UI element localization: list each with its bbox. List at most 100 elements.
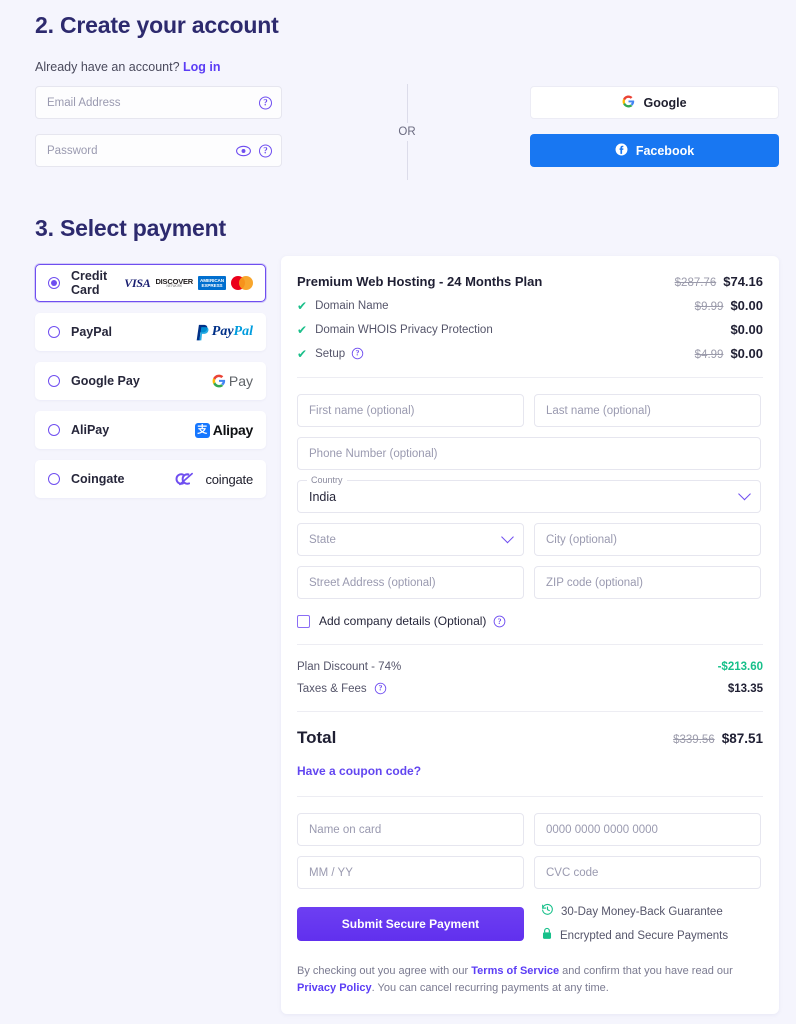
company-details-checkbox[interactable] bbox=[297, 615, 310, 628]
divider bbox=[297, 644, 763, 645]
divider-line-top bbox=[407, 84, 408, 123]
country-select[interactable]: Country India bbox=[297, 480, 761, 513]
social-login-buttons: Google Facebook bbox=[530, 86, 779, 167]
total-old-price: $339.56 bbox=[673, 734, 715, 746]
chevron-down-icon bbox=[738, 487, 751, 500]
expiry-input[interactable]: MM / YY bbox=[297, 856, 524, 889]
feature-row: ✔ Domain WHOIS Privacy Protection $0.00 bbox=[297, 322, 763, 337]
payment-method-coingate[interactable]: Coingate coingate bbox=[35, 460, 266, 498]
radio-alipay[interactable] bbox=[48, 424, 60, 436]
terms-of-service-link[interactable]: Terms of Service bbox=[471, 965, 559, 977]
taxes-label: Taxes & Fees bbox=[297, 683, 367, 695]
setup-help-icon[interactable]: ? bbox=[352, 348, 363, 359]
chevron-down-icon bbox=[501, 530, 514, 543]
country-value: India bbox=[309, 490, 336, 504]
password-field[interactable]: Password ? bbox=[35, 134, 282, 167]
google-pay-icon: Pay bbox=[212, 373, 253, 389]
legal-disclaimer: By checking out you agree with our Terms… bbox=[297, 963, 763, 997]
account-fields: Email Address ? Password ? bbox=[35, 86, 282, 182]
payment-method-paypal[interactable]: PayPal PayPal bbox=[35, 313, 266, 351]
total-row: Total $339.56 $87.51 bbox=[297, 728, 763, 748]
taxes-value: $13.35 bbox=[728, 683, 763, 695]
google-login-button[interactable]: Google bbox=[530, 86, 779, 119]
google-icon bbox=[622, 95, 635, 111]
company-help-icon[interactable]: ? bbox=[494, 615, 506, 627]
city-input[interactable]: City (optional) bbox=[534, 523, 761, 556]
email-help-icon[interactable]: ? bbox=[259, 96, 272, 109]
or-divider: OR bbox=[393, 84, 421, 180]
create-account-heading: 2. Create your account bbox=[35, 12, 279, 39]
eye-icon[interactable] bbox=[236, 145, 251, 156]
radio-google-pay[interactable] bbox=[48, 375, 60, 387]
coupon-code-link[interactable]: Have a coupon code? bbox=[297, 764, 421, 778]
google-button-label: Google bbox=[643, 96, 686, 110]
feature-label: Domain Name bbox=[315, 300, 389, 312]
total-label: Total bbox=[297, 728, 336, 748]
log-in-link[interactable]: Log in bbox=[183, 60, 221, 74]
privacy-policy-link[interactable]: Privacy Policy bbox=[297, 982, 372, 994]
payment-method-label: PayPal bbox=[71, 325, 112, 339]
taxes-help-icon[interactable]: ? bbox=[374, 683, 385, 694]
payment-method-credit-card[interactable]: Credit Card VISA DISCOVER NETWORK AMERIC… bbox=[35, 264, 266, 302]
payment-method-google-pay[interactable]: Google Pay Pay bbox=[35, 362, 266, 400]
first-name-input[interactable]: First name (optional) bbox=[297, 394, 524, 427]
submit-secure-payment-button[interactable]: Submit Secure Payment bbox=[297, 907, 524, 941]
payment-method-label: Google Pay bbox=[71, 374, 140, 388]
total-value: $87.51 bbox=[722, 731, 763, 746]
email-field[interactable]: Email Address ? bbox=[35, 86, 282, 119]
feature-old-price: $9.99 bbox=[695, 301, 724, 313]
feature-old-price: $4.99 bbox=[695, 349, 724, 361]
name-on-card-input[interactable]: Name on card bbox=[297, 813, 524, 846]
street-address-input[interactable]: Street Address (optional) bbox=[297, 566, 524, 599]
taxes-row: Taxes & Fees ? $13.35 bbox=[297, 682, 763, 695]
cvc-input[interactable]: CVC code bbox=[534, 856, 761, 889]
discount-value: -$213.60 bbox=[718, 661, 763, 673]
phone-input[interactable]: Phone Number (optional) bbox=[297, 437, 761, 470]
password-placeholder: Password bbox=[47, 145, 98, 157]
radio-coingate[interactable] bbox=[48, 473, 60, 485]
last-name-input[interactable]: Last name (optional) bbox=[534, 394, 761, 427]
legal-text-2: and confirm that you have read our bbox=[559, 965, 733, 977]
state-select[interactable]: State bbox=[297, 523, 524, 556]
payment-method-label: Credit Card bbox=[71, 269, 124, 297]
divider bbox=[297, 711, 763, 712]
feature-row: ✔ Domain Name $9.99 $0.00 bbox=[297, 298, 763, 313]
or-label: OR bbox=[398, 123, 415, 141]
submit-area: Submit Secure Payment 30-Day Money-Back … bbox=[297, 903, 763, 945]
billing-form: First name (optional) Last name (optiona… bbox=[297, 394, 763, 599]
divider bbox=[297, 377, 763, 378]
feature-price: $0.00 bbox=[730, 298, 763, 313]
facebook-login-button[interactable]: Facebook bbox=[530, 134, 779, 167]
lock-icon bbox=[541, 927, 553, 945]
divider bbox=[297, 796, 763, 797]
money-back-row: 30-Day Money-Back Guarantee bbox=[541, 903, 728, 921]
company-details-label: Add company details (Optional) bbox=[319, 614, 486, 628]
feature-row: ✔ Setup ? $4.99 $0.00 bbox=[297, 346, 763, 361]
card-brand-logos: VISA DISCOVER NETWORK AMERICAN EXPRESS bbox=[124, 276, 253, 291]
already-label: Already have an account? bbox=[35, 60, 180, 74]
assurances: 30-Day Money-Back Guarantee Encrypted an… bbox=[541, 903, 728, 945]
facebook-icon bbox=[615, 143, 628, 159]
paypal-icon: PayPal bbox=[194, 324, 253, 341]
already-have-account-text: Already have an account? Log in bbox=[35, 60, 221, 74]
zip-code-input[interactable]: ZIP code (optional) bbox=[534, 566, 761, 599]
facebook-button-label: Facebook bbox=[636, 144, 694, 158]
payment-method-alipay[interactable]: AliPay 支 Alipay bbox=[35, 411, 266, 449]
alipay-icon: 支 Alipay bbox=[195, 422, 253, 438]
visa-icon: VISA bbox=[124, 276, 150, 291]
card-form: Name on card 0000 0000 0000 0000 MM / YY… bbox=[297, 813, 763, 889]
country-label: Country bbox=[307, 475, 347, 485]
discover-icon: DISCOVER NETWORK bbox=[155, 278, 193, 289]
plan-row: Premium Web Hosting - 24 Months Plan $28… bbox=[297, 274, 763, 289]
feature-price: $0.00 bbox=[730, 346, 763, 361]
card-number-input[interactable]: 0000 0000 0000 0000 bbox=[534, 813, 761, 846]
money-back-label: 30-Day Money-Back Guarantee bbox=[561, 906, 723, 918]
radio-paypal[interactable] bbox=[48, 326, 60, 338]
payment-method-list: Credit Card VISA DISCOVER NETWORK AMERIC… bbox=[35, 264, 266, 509]
company-details-row[interactable]: Add company details (Optional) ? bbox=[297, 614, 763, 628]
checkout-page: 2. Create your account Already have an a… bbox=[0, 0, 796, 1024]
radio-credit-card[interactable] bbox=[48, 277, 60, 289]
password-help-icon[interactable]: ? bbox=[259, 144, 272, 157]
payment-method-label: AliPay bbox=[71, 423, 109, 437]
feature-label: Setup bbox=[315, 348, 345, 360]
